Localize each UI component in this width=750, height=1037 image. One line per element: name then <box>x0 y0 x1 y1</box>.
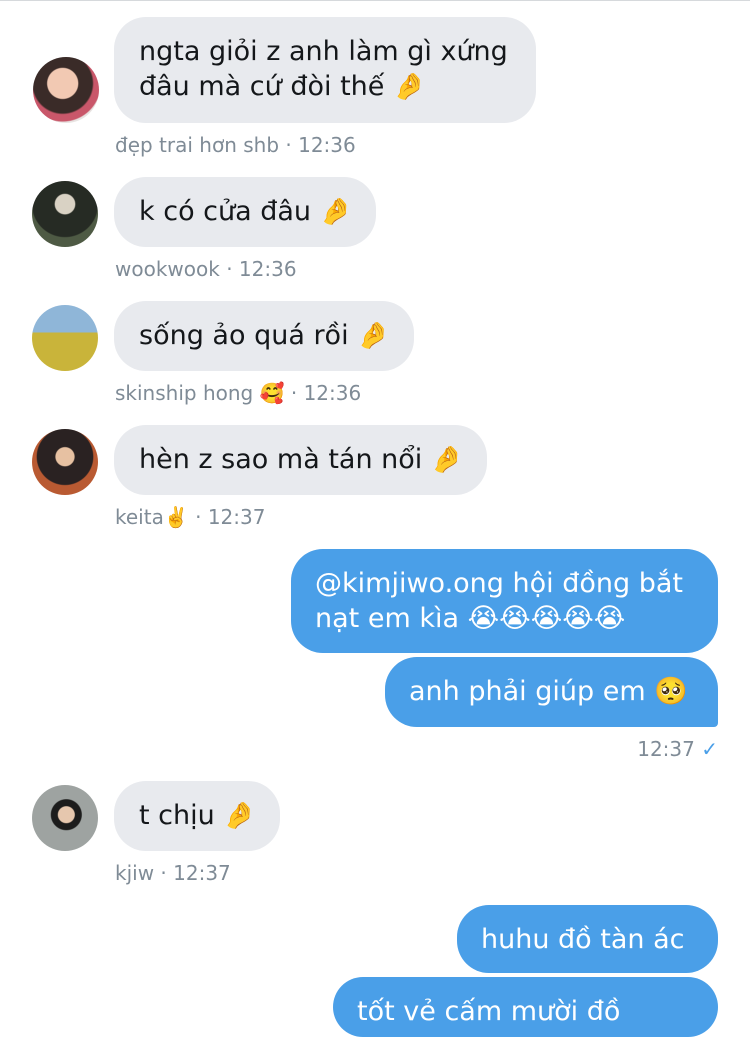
message-bubble[interactable]: ngta giỏi z anh làm gì xứng đâu mà cứ đò… <box>114 17 536 123</box>
pinched-fingers-emoji-icon: 🤌 <box>430 445 464 475</box>
message-text: tốt vẻ cấm mười đồ <box>357 996 621 1027</box>
sender-name: wookwook <box>115 257 220 281</box>
pinched-fingers-emoji-icon: 🤌 <box>319 197 353 227</box>
pleading-face-emoji-icon: 🥺 <box>654 676 688 707</box>
meta-separator: · <box>160 861 167 885</box>
message-bubble[interactable]: @kimjiwo.ong hội đồng bắt nạt em kìa 😭😭😭… <box>291 549 718 653</box>
sender-name: kjiw <box>115 861 155 885</box>
avatar-photo-icon <box>32 305 98 371</box>
message-text: k có cửa đâu <box>139 196 312 227</box>
loudly-crying-emoji-icon: 😭😭😭😭😭 <box>467 603 626 634</box>
timestamp: 12:37 <box>637 737 695 761</box>
meta-separator: · <box>290 381 298 405</box>
message-meta: skinship hong 🥰 · 12:36 <box>115 381 361 405</box>
message-meta: keita✌️ · 12:37 <box>115 505 265 529</box>
avatar-photo-icon <box>32 785 98 851</box>
timestamp: 12:36 <box>303 381 362 405</box>
top-divider <box>0 0 750 1</box>
message-bubble[interactable]: hèn z sao mà tán nổi 🤌 <box>114 425 488 495</box>
timestamp: 12:36 <box>298 133 356 157</box>
message-meta: kjiw · 12:37 <box>115 861 231 885</box>
message-text: t chịu <box>139 800 215 831</box>
pinched-fingers-emoji-icon: 🤌 <box>357 321 390 351</box>
avatar-photo-icon <box>32 181 98 247</box>
timestamp: 12:37 <box>207 505 266 529</box>
message-text: huhu đồ tàn ác <box>481 924 685 955</box>
message-bubble-partial[interactable]: tốt vẻ cấm mười đồ <box>333 977 718 1037</box>
avatar[interactable] <box>33 57 99 123</box>
message-text: anh phải giúp em <box>409 676 646 707</box>
message-meta: đẹp trai hơn shb · 12:36 <box>115 133 356 157</box>
message-bubble[interactable]: huhu đồ tàn ác <box>457 905 718 973</box>
message-bubble[interactable]: t chịu 🤌 <box>114 781 280 851</box>
victory-hand-emoji-icon: ✌️ <box>163 505 189 529</box>
meta-separator: · <box>285 133 292 157</box>
message-meta: wookwook · 12:36 <box>115 257 297 281</box>
avatar[interactable] <box>32 305 98 371</box>
sender-name: skinship hong <box>115 381 254 405</box>
sender-name: đẹp trai hơn shb <box>115 133 280 157</box>
timestamp: 12:36 <box>238 257 297 281</box>
message-bubble[interactable]: sống ảo quá rồi 🤌 <box>114 301 414 371</box>
sender-name: keita <box>115 505 164 529</box>
message-bubble[interactable]: anh phải giúp em 🥺 <box>385 657 718 727</box>
message-text: ngta giỏi z anh làm gì xứng đâu mà cứ đò… <box>139 36 508 102</box>
avatar[interactable] <box>32 429 98 495</box>
message-text: hèn z sao mà tán nổi <box>139 444 423 475</box>
meta-separator: · <box>226 257 233 281</box>
timestamp: 12:37 <box>173 861 231 885</box>
message-meta: 12:37 ✓ <box>560 737 718 761</box>
message-bubble[interactable]: k có cửa đâu 🤌 <box>114 177 377 247</box>
message-text: sống ảo quá rồi <box>139 320 349 351</box>
avatar[interactable] <box>32 181 98 247</box>
avatar[interactable] <box>32 785 98 851</box>
read-check-icon: ✓ <box>701 737 718 761</box>
avatar-photo-icon <box>33 57 99 123</box>
smiling-hearts-emoji-icon: 🥰 <box>259 381 285 405</box>
pinched-fingers-emoji-icon: 🤌 <box>393 72 426 102</box>
avatar-photo-icon <box>32 429 98 495</box>
pinched-fingers-emoji-icon: 🤌 <box>223 801 256 831</box>
meta-separator: · <box>195 505 202 529</box>
